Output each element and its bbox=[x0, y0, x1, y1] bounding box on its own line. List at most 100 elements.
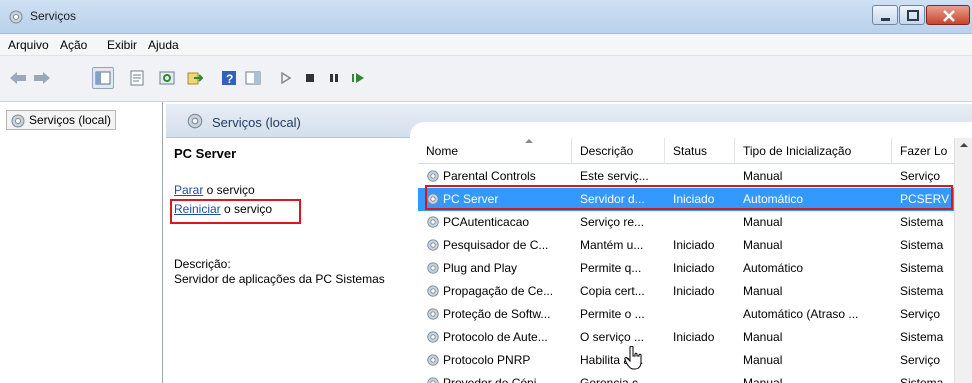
start-service-button[interactable] bbox=[275, 67, 297, 89]
column-label: Descrição bbox=[580, 144, 634, 158]
cell-text: Proteção de Softw... bbox=[443, 307, 551, 321]
cell-text: Propagação de Ce... bbox=[443, 284, 554, 298]
table-cell: Provedor de Cópi... bbox=[426, 376, 572, 383]
restart-highlight-box bbox=[170, 199, 301, 224]
export-list-button[interactable] bbox=[184, 67, 206, 89]
table-row[interactable]: Protocolo PNRP Habilita a ... Manual Serviç… bbox=[418, 349, 954, 372]
vertical-scrollbar[interactable] bbox=[954, 138, 972, 383]
cell-text: Manual bbox=[743, 284, 783, 298]
table-cell: Manual bbox=[743, 284, 895, 298]
cell-text: Protocolo de Aute... bbox=[443, 330, 548, 344]
refresh-icon bbox=[159, 71, 175, 85]
back-arrow-icon bbox=[10, 72, 26, 84]
properties-button[interactable] bbox=[126, 67, 148, 89]
cell-text: Provedor de Cópi... bbox=[443, 376, 547, 383]
stop-service-row: Parar o serviço bbox=[174, 183, 255, 197]
cell-text: Gerencia c... bbox=[580, 376, 649, 383]
stop-service-button[interactable] bbox=[299, 67, 321, 89]
cell-text: Sistema bbox=[900, 376, 944, 383]
refresh-button[interactable] bbox=[156, 67, 178, 89]
cell-text: Iniciado bbox=[673, 330, 715, 344]
table-cell: Serviço re... bbox=[580, 215, 668, 229]
cell-text: Manual bbox=[743, 169, 783, 183]
column-header-tipo-inicializacao[interactable]: Tipo de Inicialização bbox=[735, 138, 892, 164]
cell-text: Parental Controls bbox=[443, 169, 536, 183]
forward-button[interactable] bbox=[31, 67, 53, 89]
menu-arquivo[interactable]: Arquivo bbox=[8, 38, 49, 52]
table-row[interactable]: PCAutenticacao Serviço re... Manual Sistema bbox=[418, 211, 954, 234]
help-button[interactable]: ? bbox=[218, 67, 240, 89]
cell-text: Pesquisador de C... bbox=[443, 238, 549, 252]
table-cell: Iniciado bbox=[673, 284, 739, 298]
cell-text: Protocolo PNRP bbox=[443, 353, 531, 367]
cell-text: Este serviç... bbox=[580, 169, 649, 183]
cell-text: Permite o ... bbox=[580, 307, 645, 321]
close-button[interactable] bbox=[926, 5, 970, 25]
table-cell: Permite o ... bbox=[580, 307, 668, 321]
minimize-icon bbox=[881, 18, 890, 21]
show-action-pane-button[interactable] bbox=[242, 67, 264, 89]
table-row[interactable]: Provedor de Cópi... Gerencia c... Manual Si… bbox=[418, 372, 954, 383]
service-gear-icon bbox=[427, 377, 439, 383]
table-row[interactable]: Proteção de Softw... Permite o ... Automát… bbox=[418, 303, 954, 326]
table-row[interactable]: Plug and Play Permite q... Iniciado Automát… bbox=[418, 257, 954, 280]
table-cell: Pesquisador de C... bbox=[426, 238, 572, 252]
services-gear-icon bbox=[9, 10, 23, 24]
cell-text: Mantém u... bbox=[580, 238, 644, 252]
column-header-descricao[interactable]: Descrição bbox=[572, 138, 665, 164]
table-cell: Automático bbox=[743, 261, 895, 275]
cell-text: Serviço re... bbox=[580, 215, 645, 229]
menu-acao[interactable]: Ação bbox=[60, 38, 87, 52]
cell-text: Serviço bbox=[900, 353, 941, 367]
console-tree: Serviços (local) bbox=[0, 102, 163, 383]
cell-text: Automático bbox=[743, 261, 804, 275]
table-row[interactable]: Propagação de Ce... Copia cert... Iniciado… bbox=[418, 280, 954, 303]
table-cell: Protocolo PNRP bbox=[426, 353, 572, 367]
minimize-button[interactable] bbox=[872, 5, 898, 25]
pause-service-button[interactable] bbox=[323, 67, 345, 89]
show-hide-tree-button[interactable] bbox=[92, 67, 114, 89]
stop-service-link[interactable]: Parar bbox=[174, 183, 203, 197]
services-gear-icon bbox=[11, 114, 25, 128]
column-label: Status bbox=[673, 144, 708, 158]
table-cell: Iniciado bbox=[673, 330, 739, 344]
table-cell: Manual bbox=[743, 353, 895, 367]
selected-service-name: PC Server bbox=[174, 146, 237, 161]
cell-text: Manual bbox=[743, 353, 783, 367]
selected-row-highlight-box bbox=[425, 185, 953, 210]
cell-text: Manual bbox=[743, 215, 783, 229]
menu-exibir[interactable]: Exibir bbox=[107, 38, 137, 52]
column-header-status[interactable]: Status bbox=[665, 138, 735, 164]
table-row[interactable]: Protocolo de Aute... O serviço ... Iniciad… bbox=[418, 326, 954, 349]
pause-icon bbox=[330, 74, 338, 82]
tree-item-services-local[interactable]: Serviços (local) bbox=[6, 110, 117, 130]
service-gear-icon bbox=[427, 308, 439, 320]
service-gear-icon bbox=[427, 170, 439, 182]
svg-text:?: ? bbox=[226, 72, 233, 86]
column-header-fazer-logon[interactable]: Fazer Lo bbox=[892, 138, 954, 164]
menu-ajuda[interactable]: Ajuda bbox=[148, 38, 179, 52]
restart-service-button[interactable] bbox=[347, 67, 369, 89]
table-cell: Sistema bbox=[900, 261, 952, 275]
cell-text: O serviço ... bbox=[580, 330, 645, 344]
description-label: Descrição: bbox=[174, 257, 231, 271]
back-button[interactable] bbox=[7, 67, 29, 89]
table-cell: Mantém u... bbox=[580, 238, 668, 252]
menu-bar: Arquivo Ação Exibir Ajuda bbox=[0, 34, 972, 56]
services-list: Nome Descrição Status Tipo de Inicializa… bbox=[418, 138, 972, 383]
cell-text: Iniciado bbox=[673, 238, 715, 252]
scroll-up-arrow-icon[interactable] bbox=[959, 142, 969, 148]
export-list-icon bbox=[187, 72, 203, 85]
maximize-icon bbox=[907, 10, 919, 21]
column-header-nome[interactable]: Nome bbox=[418, 138, 572, 164]
maximize-button[interactable] bbox=[899, 5, 925, 25]
cell-text: Manual bbox=[743, 330, 783, 344]
toolbar: ? bbox=[0, 56, 972, 102]
description-text: Servidor de aplicações da PC Sistemas bbox=[174, 272, 385, 286]
services-gear-icon bbox=[187, 113, 203, 129]
table-cell: Iniciado bbox=[673, 261, 739, 275]
table-row[interactable]: Pesquisador de C... Mantém u... Iniciado Ma… bbox=[418, 234, 954, 257]
table-cell: Automático (Atraso ... bbox=[743, 307, 895, 321]
table-cell: Parental Controls bbox=[426, 169, 572, 183]
table-cell: Manual bbox=[743, 238, 895, 252]
